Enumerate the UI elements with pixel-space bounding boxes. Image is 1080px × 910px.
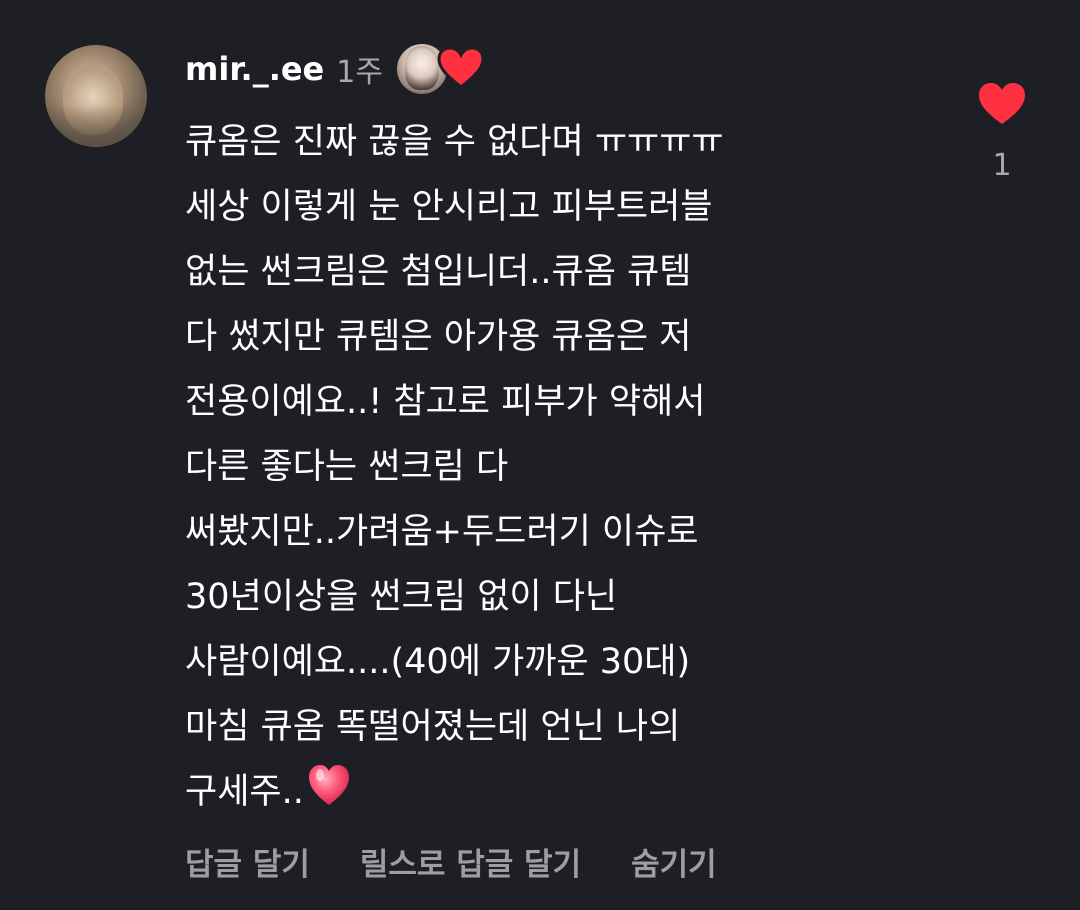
comment-line: 마침 큐옴 똑떨어졌는데 언닌 나의 — [185, 707, 681, 747]
hide-button[interactable]: 숨기기 — [631, 839, 717, 884]
heart-icon[interactable] — [977, 82, 1027, 126]
comment-actions: 답글 달기 릴스로 답글 달기 숨기기 — [185, 838, 767, 884]
comment-line: 다른 좋다는 썬크림 다 — [185, 447, 509, 487]
comment-line-last: 구세주.. — [185, 760, 945, 825]
reply-button[interactable]: 답글 달기 — [185, 839, 310, 884]
comment-line: 써봤지만..가려움+두드러기 이슈로 — [185, 512, 699, 552]
comment-line: 30년이상을 썬크림 없이 다닌 — [185, 577, 618, 617]
avatar-photo-shade — [45, 105, 147, 147]
commenter-avatar[interactable] — [45, 45, 147, 147]
comment-line: 전용이예요..! 참고로 피부가 약해서 — [185, 382, 706, 422]
comment-line: 큐옴은 진짜 끊을 수 없다며 ㅠㅠㅠㅠ — [185, 122, 724, 162]
comment-line: 사람이예요....(40에 가까운 30대) — [185, 642, 691, 682]
like-control: 1 — [975, 82, 1029, 183]
comment-header: mir._.ee 1주 — [185, 44, 487, 94]
creator-avatar-photo — [404, 46, 439, 90]
like-count: 1 — [992, 148, 1012, 183]
creator-heart-icon — [437, 46, 485, 89]
creator-liked-badge — [396, 44, 487, 94]
comment-username[interactable]: mir._.ee — [185, 50, 324, 88]
comment-line: 없는 썬크림은 첨입니더..큐옴 큐템 — [185, 252, 692, 292]
pink-heart-emoji-icon — [308, 765, 349, 805]
comment-line: 다 썼지만 큐템은 아가용 큐옴은 저 — [185, 317, 692, 357]
comment-timestamp: 1주 — [336, 55, 383, 90]
reels-reply-button[interactable]: 릴스로 답글 달기 — [360, 839, 581, 884]
comment-body: 큐옴은 진짜 끊을 수 없다며 ㅠㅠㅠㅠ 세상 이렇게 눈 안시리고 피부트러블… — [185, 110, 945, 825]
comment-line-text: 구세주.. — [185, 772, 304, 812]
comment-line: 세상 이렇게 눈 안시리고 피부트러블 — [185, 187, 713, 227]
